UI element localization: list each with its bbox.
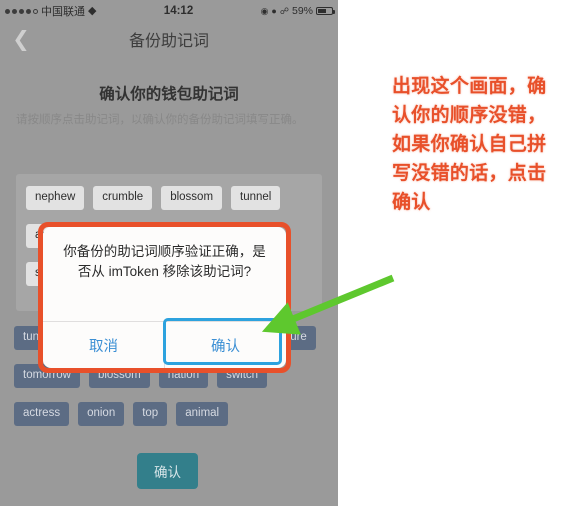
annotation-text: 出现这个画面，确认你的顺序没错，如果你确认自己拼写没错的话，点击确认: [392, 75, 547, 213]
green-arrow-icon: [261, 274, 395, 335]
phone-screenshot-panel: 中国联通 ◆ 14:12 ◉ ● ☍ 59% 备份助记词 ❮ 确认你的钱包助记词…: [0, 0, 338, 506]
dialog-red-highlight-box: [38, 222, 291, 373]
